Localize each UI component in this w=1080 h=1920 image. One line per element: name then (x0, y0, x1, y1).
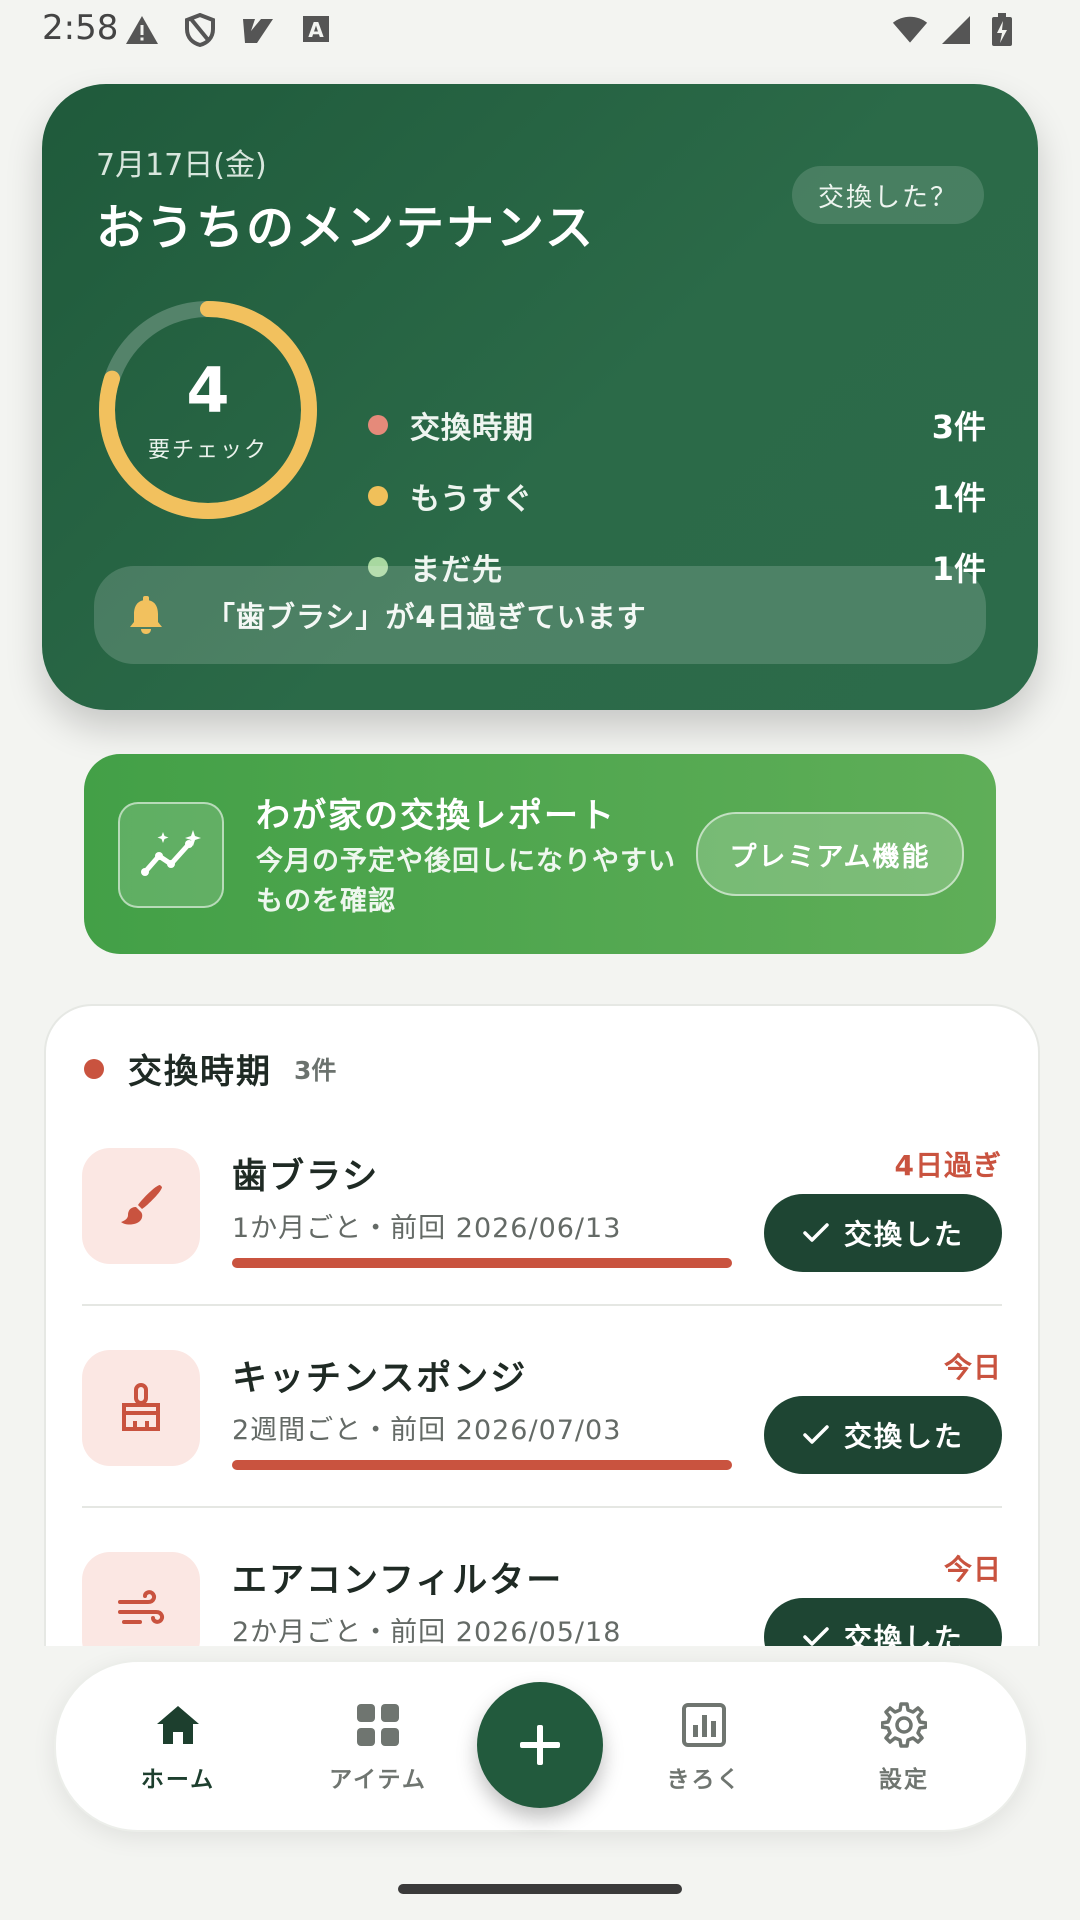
item-icon-box (82, 1552, 200, 1646)
nav-home-label: ホーム (140, 1767, 216, 1793)
section-status-dot (84, 1058, 104, 1079)
section-title: 交換時期 (128, 1052, 272, 1092)
gear-icon (881, 1702, 927, 1748)
nav-items-label: アイテム (329, 1767, 427, 1793)
home-indicator[interactable] (398, 1884, 682, 1894)
list-item[interactable]: エアコンフィルター 2か月ごと・前回 2026/05/18 今日 交換した (82, 1552, 1002, 1646)
replaced-button[interactable]: 交換した (764, 1396, 1002, 1474)
section-count: 3件 (294, 1055, 337, 1085)
item-status: 4日過ぎ (894, 1149, 1002, 1182)
list-item[interactable]: キッチンスポンジ 2週間ごと・前回 2026/07/03 今日 交換した (82, 1350, 1002, 1550)
item-name: エアコンフィルター (232, 1561, 564, 1601)
replaced-button-label: 交換した (843, 1420, 964, 1453)
grid-icon (357, 1704, 399, 1746)
nav-records[interactable]: きろく (624, 1700, 784, 1794)
brush-icon (121, 1185, 162, 1225)
item-progress-fill (232, 1460, 732, 1470)
item-name: キッチンスポンジ (232, 1359, 528, 1399)
section-header: 交換時期 3件 (84, 1044, 336, 1093)
item-meta: 1か月ごと・前回 2026/06/13 (232, 1213, 622, 1244)
list-scroll-area[interactable]: 交換時期 3件 歯ブラシ 1か月ごと・前回 2026/06/13 4日過ぎ 交換… (0, 0, 1080, 1646)
divider (82, 1304, 1002, 1306)
check-icon (803, 1425, 829, 1444)
item-icon-box (82, 1148, 200, 1264)
plus-icon (520, 1725, 560, 1765)
cleaning-brush-icon (122, 1383, 160, 1431)
nav-settings-label: 設定 (879, 1767, 929, 1793)
nav-settings[interactable]: 設定 (824, 1700, 984, 1794)
nav-home[interactable]: ホーム (98, 1700, 258, 1794)
item-progress-bar (232, 1460, 732, 1470)
item-icon-box (82, 1350, 200, 1466)
add-item-button[interactable] (477, 1682, 603, 1808)
chart-icon (682, 1703, 726, 1747)
due-items-card: 交換時期 3件 歯ブラシ 1か月ごと・前回 2026/06/13 4日過ぎ 交換… (44, 1004, 1040, 1646)
replaced-button-label: 交換した (843, 1622, 964, 1646)
replaced-button[interactable]: 交換した (764, 1598, 1002, 1646)
air-wind-icon (118, 1590, 165, 1624)
item-status: 今日 (943, 1553, 1002, 1586)
check-icon (803, 1223, 829, 1242)
item-meta: 2か月ごと・前回 2026/05/18 (232, 1617, 622, 1646)
home-icon (157, 1706, 199, 1744)
replaced-button[interactable]: 交換した (764, 1194, 1002, 1272)
nav-records-label: きろく (666, 1767, 742, 1793)
replaced-button-label: 交換した (843, 1218, 964, 1251)
list-item[interactable]: 歯ブラシ 1か月ごと・前回 2026/06/13 4日過ぎ 交換した (82, 1148, 1002, 1348)
divider (82, 1506, 1002, 1508)
item-status: 今日 (943, 1351, 1002, 1384)
item-progress-bar (232, 1258, 732, 1268)
item-progress-fill (232, 1258, 732, 1268)
item-name: 歯ブラシ (232, 1157, 380, 1197)
check-icon (803, 1627, 829, 1646)
item-meta: 2週間ごと・前回 2026/07/03 (232, 1415, 622, 1446)
nav-items[interactable]: アイテム (298, 1700, 458, 1794)
